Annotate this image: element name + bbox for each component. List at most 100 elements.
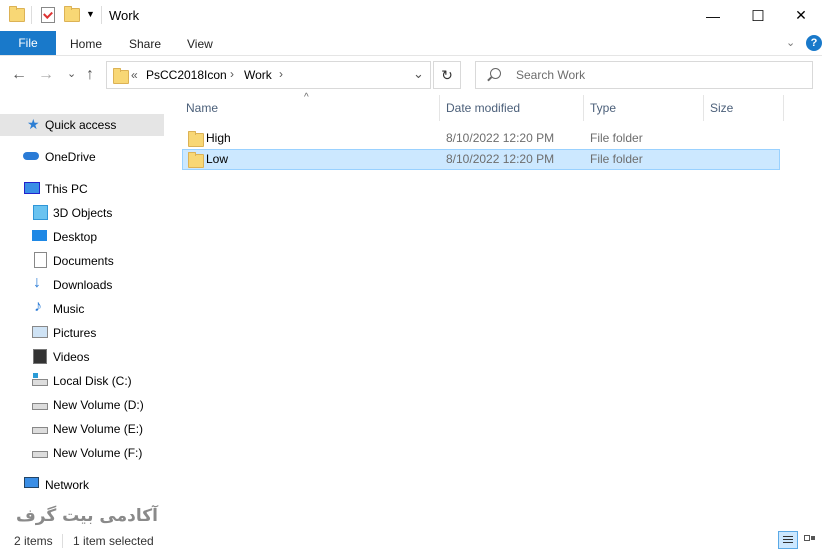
sidebar-item-label: Pictures: [53, 326, 97, 340]
sidebar-item-new-volume-d[interactable]: New Volume (D:): [0, 394, 164, 416]
watermark: آکادمی بیت گرف: [16, 506, 158, 526]
sidebar-item-music[interactable]: ♪ Music: [0, 298, 164, 320]
sidebar-item-3d-objects[interactable]: 3D Objects: [0, 202, 164, 224]
column-header-name[interactable]: Name: [186, 101, 218, 121]
computer-icon: [24, 182, 40, 194]
large-icons-view-button[interactable]: [801, 532, 817, 548]
file-row-low[interactable]: Low 8/10/2022 12:20 PM File folder: [182, 149, 780, 170]
sidebar-item-this-pc[interactable]: This PC: [0, 178, 164, 200]
search-box[interactable]: Search Work: [475, 61, 813, 89]
sidebar-item-label: Desktop: [53, 230, 98, 244]
sidebar-item-videos[interactable]: Videos: [0, 346, 164, 368]
up-button[interactable]: ↑: [86, 66, 94, 84]
column-divider[interactable]: [783, 95, 784, 121]
folder-icon: [188, 131, 204, 147]
column-divider[interactable]: [703, 95, 704, 121]
tab-view[interactable]: View: [187, 37, 213, 51]
status-item-count: 2 items: [14, 534, 53, 548]
sidebar-item-local-disk-c[interactable]: Local Disk (C:): [0, 370, 164, 392]
ribbon-collapse-icon[interactable]: ⌄: [786, 36, 795, 49]
sidebar-item-label: Local Disk (C:): [53, 374, 132, 388]
file-tab[interactable]: File: [0, 31, 56, 55]
divider: [31, 6, 32, 24]
column-divider[interactable]: [439, 95, 440, 121]
drive-icon: [32, 403, 48, 410]
minimize-button[interactable]: —: [690, 0, 736, 31]
details-view-button[interactable]: [778, 531, 798, 549]
divider: [101, 6, 102, 24]
properties-icon[interactable]: [41, 7, 55, 23]
breadcrumb-overflow[interactable]: «: [131, 68, 138, 82]
sidebar-item-label: This PC: [45, 182, 88, 196]
sidebar-item-label: OneDrive: [45, 150, 96, 164]
sidebar-item-label: New Volume (D:): [53, 398, 144, 412]
breadcrumb-item[interactable]: Work: [244, 68, 272, 82]
download-icon: ↓: [33, 274, 41, 291]
sidebar-item-quick-access[interactable]: ★ Quick access: [0, 114, 164, 136]
column-header-size[interactable]: Size: [710, 101, 733, 121]
sidebar-item-label: Downloads: [53, 278, 113, 292]
column-header-type[interactable]: Type: [590, 101, 616, 121]
column-divider[interactable]: [583, 95, 584, 121]
sidebar-item-label: 3D Objects: [53, 206, 113, 220]
sidebar-item-label: Videos: [53, 350, 90, 364]
picture-icon: [32, 326, 48, 338]
file-type: File folder: [590, 152, 643, 166]
file-date: 8/10/2022 12:20 PM: [446, 152, 555, 166]
file-name: Low: [206, 152, 229, 166]
search-icon-handle: [487, 76, 492, 82]
breadcrumb-separator[interactable]: ›: [230, 67, 234, 81]
maximize-button[interactable]: ☐: [735, 0, 781, 31]
folder-icon: [188, 152, 204, 168]
folder-icon: [113, 68, 129, 84]
customize-toolbar-icon[interactable]: ▼: [86, 9, 95, 19]
sidebar-item-new-volume-f[interactable]: New Volume (F:): [0, 442, 164, 464]
refresh-button[interactable]: ↻: [433, 61, 461, 89]
star-icon: ★: [27, 116, 40, 132]
cloud-icon: [23, 152, 39, 160]
sidebar-item-label: Quick access: [45, 118, 117, 132]
file-date: 8/10/2022 12:20 PM: [446, 131, 555, 145]
tab-share[interactable]: Share: [129, 37, 161, 51]
sort-ascending-icon: ^: [304, 92, 309, 103]
windows-logo-icon: [33, 373, 38, 378]
file-row-high[interactable]: High 8/10/2022 12:20 PM File folder: [182, 128, 780, 149]
sidebar-item-label: Network: [45, 478, 90, 492]
sidebar-item-documents[interactable]: Documents: [0, 250, 164, 272]
address-bar[interactable]: « PsCC2018Icon › Work › ⌄: [106, 61, 431, 89]
ribbon: [0, 31, 822, 56]
sidebar-item-label: New Volume (E:): [53, 422, 144, 436]
back-button[interactable]: ←: [11, 66, 27, 84]
window-title: Work: [109, 8, 140, 23]
column-header-date-modified[interactable]: Date modified: [446, 101, 520, 121]
document-icon: [34, 252, 47, 268]
file-name: High: [206, 131, 231, 145]
help-button[interactable]: ?: [806, 35, 822, 51]
sidebar-item-pictures[interactable]: Pictures: [0, 322, 164, 344]
cube-icon: [33, 205, 48, 220]
breadcrumb-separator[interactable]: ›: [279, 67, 283, 81]
music-icon: ♪: [34, 298, 42, 315]
status-divider: [62, 534, 63, 548]
sidebar-item-new-volume-e[interactable]: New Volume (E:): [0, 418, 164, 440]
sidebar-item-downloads[interactable]: ↓ Downloads: [0, 274, 164, 296]
sidebar-item-label: Music: [53, 302, 85, 316]
recent-locations-button[interactable]: ⌄: [67, 67, 76, 80]
sidebar-item-network[interactable]: Network: [0, 474, 164, 496]
forward-button[interactable]: →: [38, 66, 54, 84]
sidebar-item-label: Documents: [53, 254, 114, 268]
network-icon: [24, 477, 39, 488]
breadcrumb-item[interactable]: PsCC2018Icon: [146, 68, 227, 82]
video-icon: [33, 349, 47, 364]
search-placeholder: Search Work: [516, 68, 586, 82]
title-bar: ▼ Work — ☐ ✕: [0, 0, 822, 31]
sidebar-item-onedrive[interactable]: OneDrive: [0, 146, 164, 168]
file-type: File folder: [590, 131, 643, 145]
new-folder-icon[interactable]: [64, 6, 80, 22]
sidebar-item-label: New Volume (F:): [53, 446, 143, 460]
sidebar-item-desktop[interactable]: Desktop: [0, 226, 164, 248]
close-button[interactable]: ✕: [778, 0, 822, 31]
tab-home[interactable]: Home: [70, 37, 102, 51]
folder-icon: [9, 6, 25, 22]
address-dropdown-icon[interactable]: ⌄: [413, 66, 424, 82]
